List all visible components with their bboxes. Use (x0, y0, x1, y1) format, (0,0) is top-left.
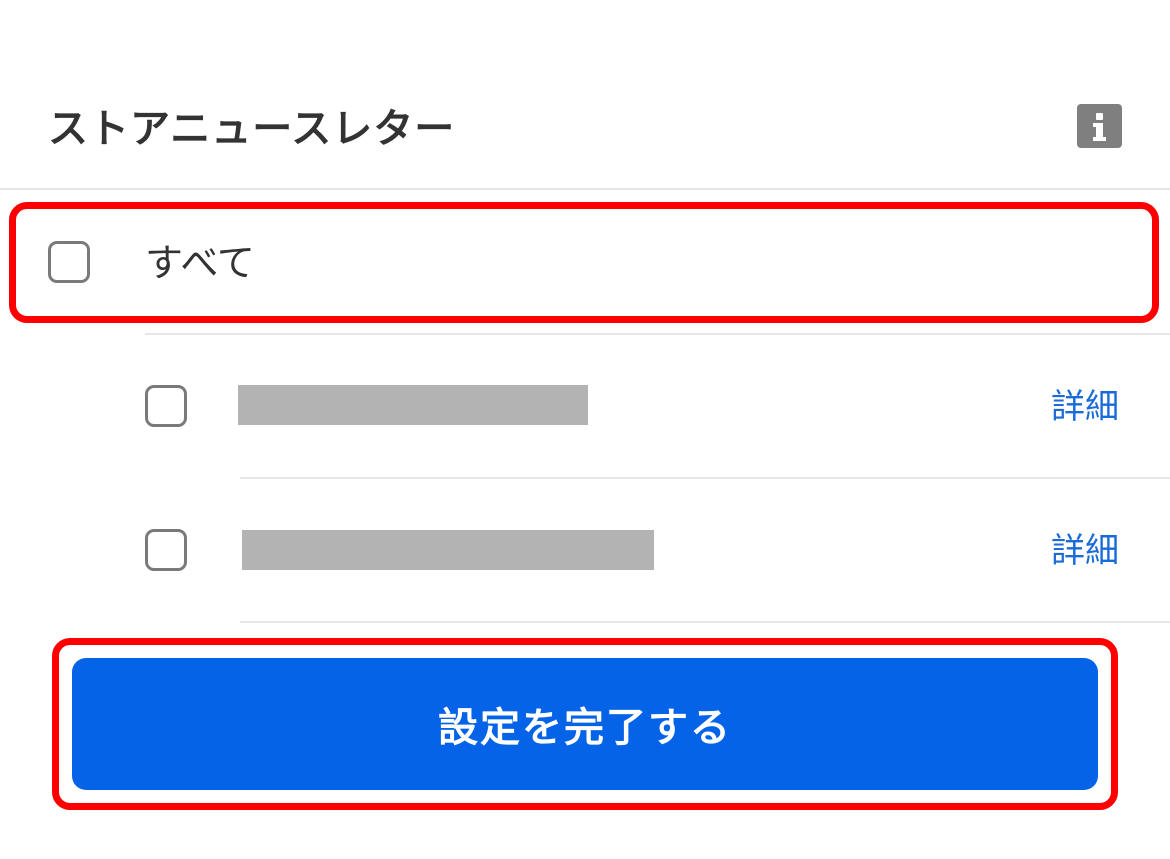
newsletter-item-label-redacted (242, 530, 654, 570)
newsletter-item-detail-link[interactable]: 詳細 (1051, 385, 1119, 429)
complete-settings-button[interactable]: 設定を完了する (72, 658, 1098, 790)
page-title: ストアニュースレター (48, 106, 456, 152)
info-icon-dot (1096, 113, 1103, 120)
row-divider (240, 621, 1170, 623)
newsletter-header: ストアニュースレター (0, 0, 1170, 189)
row-divider (145, 333, 1170, 335)
newsletter-item-label-redacted (238, 385, 588, 425)
info-icon-foot (1093, 137, 1106, 141)
header-divider (0, 188, 1170, 190)
select-all-checkbox[interactable] (48, 241, 90, 283)
select-all-label: すべて (145, 241, 255, 285)
newsletter-item-checkbox[interactable] (145, 385, 187, 427)
row-divider (240, 477, 1170, 479)
newsletter-item-detail-link[interactable]: 詳細 (1051, 529, 1119, 573)
newsletter-item-checkbox[interactable] (145, 529, 187, 571)
info-icon[interactable] (1077, 104, 1122, 148)
